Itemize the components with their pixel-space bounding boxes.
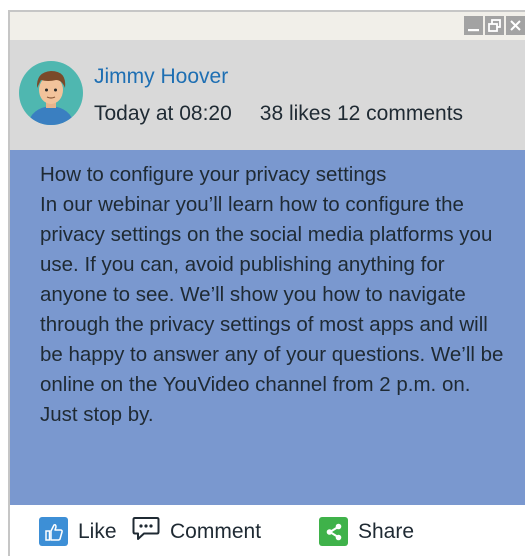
- like-label: Like: [78, 519, 117, 543]
- post-title: How to configure your privacy settings: [40, 163, 387, 186]
- thumbs-up-icon: [39, 517, 68, 546]
- post-window: Jimmy Hoover Today at 08:20 38 likes 12 co…: [8, 10, 525, 558]
- avatar[interactable]: [18, 60, 84, 126]
- title-bar: [10, 12, 525, 40]
- share-button[interactable]: Share: [319, 505, 414, 558]
- post-text: In our webinar you’ll learn how to confi…: [40, 193, 504, 426]
- window-controls: [464, 16, 525, 35]
- post-body: How to configure your privacy settings I…: [10, 150, 525, 505]
- share-icon: [319, 517, 348, 546]
- comment-bubble-icon: [132, 516, 160, 548]
- restore-icon[interactable]: [485, 16, 504, 35]
- close-icon[interactable]: [506, 16, 525, 35]
- comment-label: Comment: [170, 519, 262, 543]
- share-label: Share: [358, 519, 415, 543]
- comment-button[interactable]: Comment: [132, 505, 261, 558]
- post-time: Today at 08:20: [94, 102, 232, 125]
- post-content: How to configure your privacy settings I…: [40, 160, 510, 430]
- post-header: Jimmy Hoover Today at 08:20 38 likes 12 co…: [10, 40, 525, 150]
- comments-count[interactable]: 12 comments: [337, 102, 463, 125]
- like-button[interactable]: Like: [39, 505, 117, 558]
- minimize-icon[interactable]: [464, 16, 483, 35]
- post-meta: Today at 08:20 38 likes 12 comments: [94, 102, 463, 126]
- author-name-link[interactable]: Jimmy Hoover: [94, 65, 228, 89]
- post-actions: Like Comment Share: [10, 505, 525, 558]
- likes-count[interactable]: 38 likes: [260, 102, 331, 125]
